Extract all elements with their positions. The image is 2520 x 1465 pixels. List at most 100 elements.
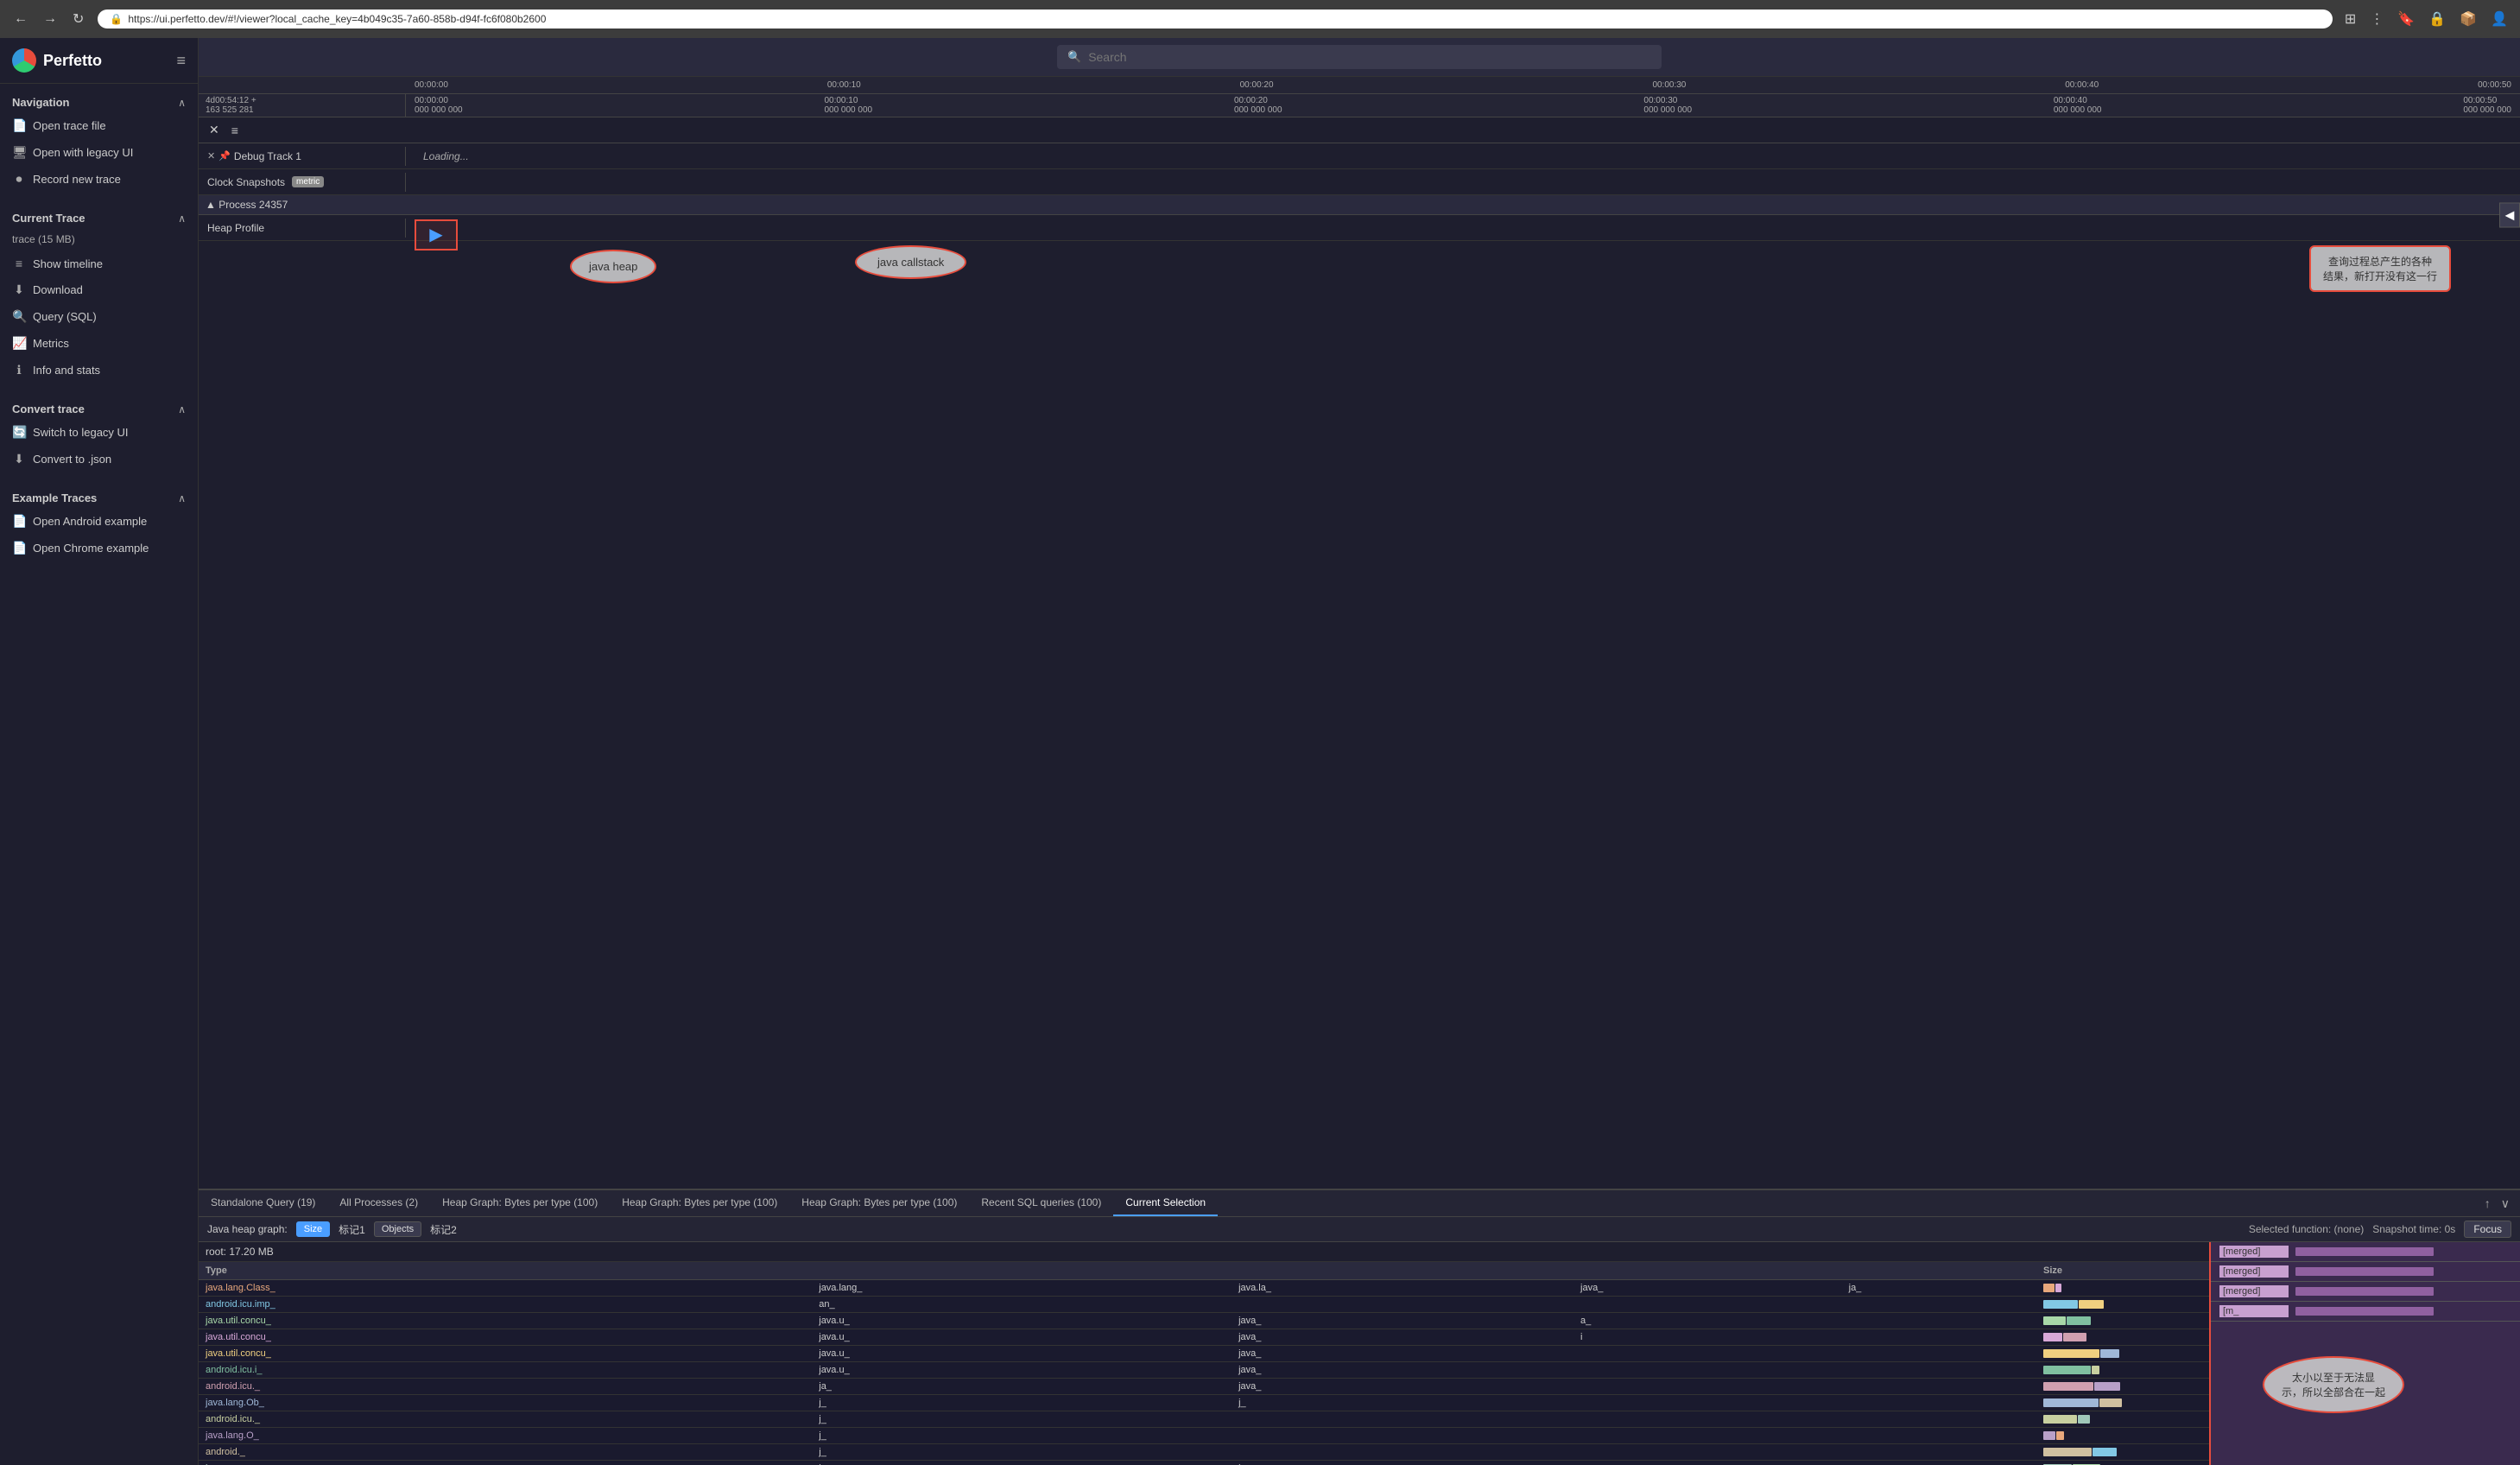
col-header-4 xyxy=(1573,1262,1842,1280)
table-row: android.icu._ j_ xyxy=(199,1411,2209,1428)
focus-button[interactable]: Focus xyxy=(2464,1221,2511,1238)
cell-col2: java.u_ xyxy=(812,1313,1232,1329)
browser-action-1[interactable]: ⊞ xyxy=(2341,7,2359,31)
ruler-mark-3: 00:00:30 xyxy=(1652,80,1686,90)
example-traces-title: Example Traces xyxy=(12,492,97,504)
col-header-bars: Size xyxy=(2036,1262,2209,1280)
cell-col4 xyxy=(1573,1362,1842,1379)
size-tag[interactable]: Size xyxy=(296,1221,330,1237)
sidebar-item-convert-json[interactable]: ⬇ Convert to .json xyxy=(0,446,198,472)
tab-standalone-query[interactable]: Standalone Query (19) xyxy=(199,1190,327,1216)
browser-action-6[interactable]: 👤 xyxy=(2487,7,2511,31)
debug-track-label: Debug Track 1 xyxy=(234,150,301,162)
move-tab-up-button[interactable]: ↑ xyxy=(2481,1195,2494,1213)
pin-track-icon[interactable]: 📌 xyxy=(218,150,231,162)
sidebar-item-info[interactable]: ℹ Info and stats xyxy=(0,357,198,384)
cell-col2: java.u_ xyxy=(812,1329,1232,1346)
logo-text: Perfetto xyxy=(43,52,102,70)
back-button[interactable]: ← xyxy=(9,8,33,30)
refresh-button[interactable]: ↻ xyxy=(67,7,89,31)
tab-all-processes[interactable]: All Processes (2) xyxy=(327,1190,430,1216)
browser-action-2[interactable]: ⋮ xyxy=(2366,7,2387,31)
cell-col3: java_ xyxy=(1232,1346,1573,1362)
browser-nav-buttons: ← → ↻ xyxy=(9,7,89,31)
tabs-bar: Standalone Query (19) All Processes (2) … xyxy=(199,1190,2520,1217)
size-sub-label: 标记1 xyxy=(339,1222,365,1237)
tab-recent-sql[interactable]: Recent SQL queries (100) xyxy=(969,1190,1113,1216)
sidebar-item-download[interactable]: ⬇ Download xyxy=(0,276,198,303)
cell-col5: ja_ xyxy=(1842,1280,2036,1297)
col-header-5 xyxy=(1842,1262,2036,1280)
info-label: Info and stats xyxy=(33,364,186,377)
table-row: android.icu.i_ java.u_ java_ xyxy=(199,1362,2209,1379)
cell-col1: java.util.concu_ xyxy=(199,1346,812,1362)
merged-label: [merged] xyxy=(2219,1265,2289,1278)
tracks-container: ✕ 📌 Debug Track 1 Loading... Clock Snaps… xyxy=(199,143,2520,1189)
col-header-1: Type xyxy=(199,1262,812,1280)
table-row: ja_ i_ j xyxy=(199,1461,2209,1465)
cell-col3: java.la_ xyxy=(1232,1280,1573,1297)
objects-sub-label: 标记2 xyxy=(430,1222,457,1237)
loading-text: Loading... xyxy=(423,150,469,162)
ruler2-marks: 00:00:00000 000 000 00:00:10000 000 000 … xyxy=(406,94,2520,117)
heap-controls: Java heap graph: Size 标记1 Objects 标记2 Se… xyxy=(199,1217,2520,1242)
right-arrow-button[interactable]: ◀ xyxy=(2499,203,2520,228)
cell-col1: android.icu._ xyxy=(199,1379,812,1395)
current-trace-section: Current Trace ∧ trace (15 MB) ≡ Show tim… xyxy=(0,200,198,390)
tab-heap-graph-3[interactable]: Heap Graph: Bytes per type (100) xyxy=(789,1190,969,1216)
sidebar-item-chrome-example[interactable]: 📄 Open Chrome example xyxy=(0,535,198,561)
tab-heap-graph-1[interactable]: Heap Graph: Bytes per type (100) xyxy=(430,1190,610,1216)
example-traces-chevron[interactable]: ∧ xyxy=(178,492,186,504)
search-input[interactable] xyxy=(1088,50,1651,64)
search-wrapper[interactable]: 🔍 xyxy=(1057,45,1662,69)
sidebar-item-switch-legacy[interactable]: 🔄 Switch to legacy UI xyxy=(0,419,198,446)
app-container: Perfetto ≡ Navigation ∧ 📄 Open trace fil… xyxy=(0,38,2520,1465)
tab-current-selection[interactable]: Current Selection xyxy=(1113,1190,1218,1216)
collapse-all-button[interactable]: ✕ xyxy=(206,121,223,139)
legacy-ui-label: Open with legacy UI xyxy=(33,146,186,159)
info-icon: ℹ xyxy=(12,363,26,377)
sidebar-item-legacy-ui[interactable]: 🖥 Open with legacy UI xyxy=(0,139,198,166)
objects-tag[interactable]: Objects xyxy=(374,1221,421,1237)
cell-col4 xyxy=(1573,1411,1842,1428)
bottom-content: root: 17.20 MB Type Size xyxy=(199,1242,2520,1465)
query-label: Query (SQL) xyxy=(33,310,186,323)
expand-all-button[interactable]: ≡ xyxy=(228,122,242,139)
ruler-mark-0: 00:00:00 xyxy=(415,80,448,90)
sidebar-item-query[interactable]: 🔍 Query (SQL) xyxy=(0,303,198,330)
cell-col2: j_ xyxy=(812,1411,1232,1428)
close-track-icon[interactable]: ✕ xyxy=(207,150,215,162)
forward-button[interactable]: → xyxy=(38,8,62,30)
hamburger-button[interactable]: ≡ xyxy=(176,52,186,70)
process-group-label: ▲ Process 24357 xyxy=(206,199,288,211)
address-bar[interactable]: 🔒 https://ui.perfetto.dev/#!/viewer?loca… xyxy=(98,10,2333,29)
sidebar-item-android-example[interactable]: 📄 Open Android example xyxy=(0,508,198,535)
browser-action-5[interactable]: 📦 xyxy=(2456,7,2480,31)
sidebar-item-show-timeline[interactable]: ≡ Show timeline xyxy=(0,251,198,276)
browser-action-3[interactable]: 🔖 xyxy=(2394,7,2418,31)
tab-heap-graph-2[interactable]: Heap Graph: Bytes per type (100) xyxy=(610,1190,789,1216)
query-icon: 🔍 xyxy=(12,309,26,324)
sidebar-item-metrics[interactable]: 📈 Metrics xyxy=(0,330,198,357)
merged-label: [merged] xyxy=(2219,1246,2289,1258)
example-traces-header: Example Traces ∧ xyxy=(0,486,198,508)
process-group-header[interactable]: ▲ Process 24357 xyxy=(199,195,2520,215)
merged-row: [m_ xyxy=(2211,1302,2520,1322)
chart-icon: ≡ xyxy=(12,257,26,270)
cell-col5 xyxy=(1842,1411,2036,1428)
track-label-heap: Heap Profile xyxy=(199,219,406,238)
expand-tab-button[interactable]: ∨ xyxy=(2498,1195,2513,1213)
logo-area: Perfetto xyxy=(12,48,102,73)
r2-2: 00:00:20000 000 000 xyxy=(1234,96,1282,115)
heap-graph-label: Java heap graph: xyxy=(207,1223,288,1235)
sidebar-item-open-trace[interactable]: 📄 Open trace file xyxy=(0,112,198,139)
table-row: android._ j_ xyxy=(199,1444,2209,1461)
navigation-chevron[interactable]: ∧ xyxy=(178,97,186,109)
merged-rows: [merged] [merged] [merged] [m_ xyxy=(2211,1242,2520,1322)
callout-annotation: 查询过程总产生的各种 结果，新打开没有这一行 xyxy=(2309,245,2451,292)
convert-trace-chevron[interactable]: ∧ xyxy=(178,403,186,415)
browser-action-4[interactable]: 🔒 xyxy=(2425,7,2449,31)
sidebar-item-record-trace[interactable]: ⏺ Record new trace xyxy=(0,166,198,193)
current-trace-chevron[interactable]: ∧ xyxy=(178,212,186,225)
sidebar-header: Perfetto ≡ xyxy=(0,38,198,84)
